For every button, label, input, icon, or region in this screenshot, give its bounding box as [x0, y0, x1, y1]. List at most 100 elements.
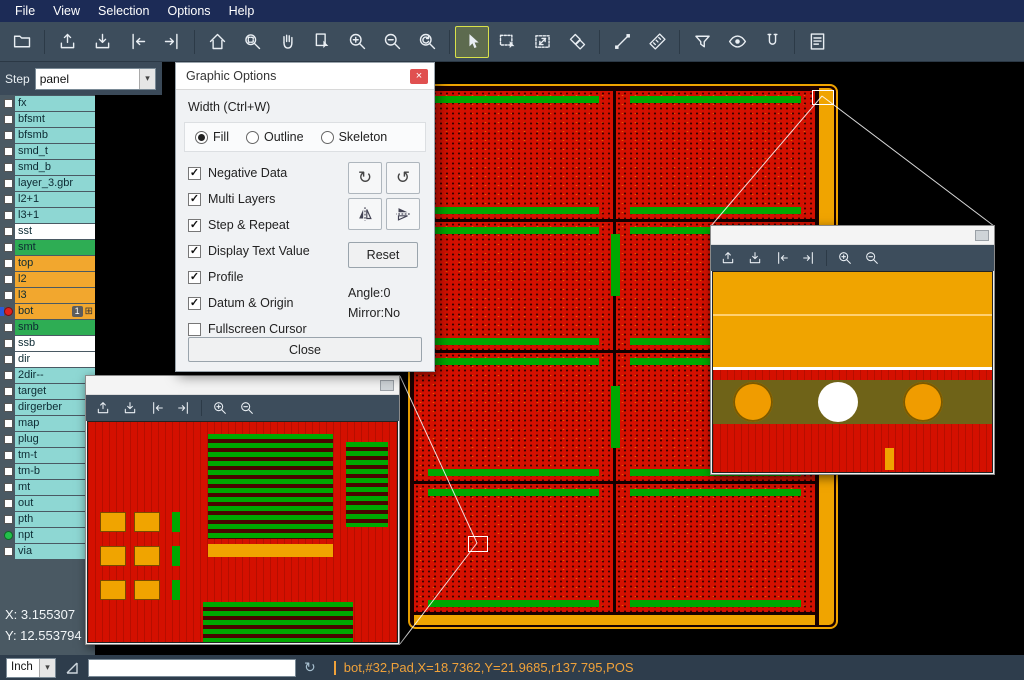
door-right-tool-button[interactable] [796, 247, 821, 269]
layer-row-map[interactable]: map [0, 416, 95, 431]
checkbox-negative-data[interactable]: ✓Negative Data [188, 160, 338, 186]
layer-checkbox[interactable] [4, 99, 13, 108]
step-select[interactable]: panel ▾ [35, 68, 156, 90]
layer-row-bfsmt[interactable]: bfsmt [0, 112, 95, 127]
transform-tool-button[interactable] [525, 26, 559, 58]
reset-button[interactable]: Reset [348, 242, 418, 268]
chevron-down-icon[interactable]: ▾ [39, 659, 55, 677]
magnifier-window-1[interactable] [85, 375, 400, 645]
eye-tool-button[interactable] [720, 26, 754, 58]
layer-row-plug[interactable]: plug [0, 432, 95, 447]
layer-row-bot[interactable]: bot1⊞ [0, 304, 95, 319]
import-down-tool-button[interactable] [742, 247, 767, 269]
menu-item-selection[interactable]: Selection [89, 2, 158, 20]
measure-tool-button[interactable] [605, 26, 639, 58]
ruler-tool-button[interactable] [640, 26, 674, 58]
mirror-vertical-button[interactable] [386, 198, 420, 230]
layer-checkbox[interactable] [4, 403, 13, 412]
layer-row-smt[interactable]: smt [0, 240, 95, 255]
layer-row-l3+1[interactable]: l3+1 [0, 208, 95, 223]
zoom-in-tool-button[interactable] [207, 397, 232, 419]
layer-checkbox[interactable] [4, 275, 13, 284]
layer-checkbox[interactable] [4, 547, 13, 556]
filter-tool-button[interactable] [685, 26, 719, 58]
layer-checkbox[interactable] [4, 115, 13, 124]
menu-item-options[interactable]: Options [158, 2, 219, 20]
import-down-tool-button[interactable] [117, 397, 142, 419]
layer-checkbox[interactable] [4, 227, 13, 236]
zoom-area-tool-button[interactable] [235, 26, 269, 58]
layer-checkbox[interactable] [4, 435, 13, 444]
door-left-tool-button[interactable] [769, 247, 794, 269]
zoom-prev-tool-button[interactable] [410, 26, 444, 58]
layer-row-via[interactable]: via [0, 544, 95, 559]
checkbox-display-text-value[interactable]: ✓Display Text Value [188, 238, 338, 264]
command-input[interactable] [88, 659, 296, 677]
minimize-icon[interactable] [380, 380, 394, 391]
layer-checkbox[interactable] [4, 147, 13, 156]
door-right-tool-button[interactable] [171, 397, 196, 419]
rotate-cw-button[interactable]: ↻ [348, 162, 382, 194]
menu-item-help[interactable]: Help [220, 2, 264, 20]
layer-checkbox[interactable] [4, 451, 13, 460]
layer-row-mt[interactable]: mt [0, 480, 95, 495]
layer-checkbox[interactable] [4, 355, 13, 364]
menu-item-file[interactable]: File [6, 2, 44, 20]
layer-row-ssb[interactable]: ssb [0, 336, 95, 351]
zoom-out-tool-button[interactable] [234, 397, 259, 419]
checkbox-multi-layers[interactable]: ✓Multi Layers [188, 186, 338, 212]
layer-row-npt[interactable]: npt [0, 528, 95, 543]
dialog-titlebar[interactable]: Graphic Options × [176, 63, 434, 90]
layer-checkbox[interactable] [4, 339, 13, 348]
door-left-tool-button[interactable] [144, 397, 169, 419]
layer-checkbox[interactable] [4, 195, 13, 204]
minimize-icon[interactable] [975, 230, 989, 241]
layer-row-target[interactable]: target [0, 384, 95, 399]
layer-row-smb[interactable]: smb [0, 320, 95, 335]
import-down-tool-button[interactable] [85, 26, 119, 58]
import-up-tool-button[interactable] [50, 26, 84, 58]
close-icon[interactable]: × [410, 69, 428, 84]
magnifier-window-2[interactable] [710, 225, 995, 475]
layer-checkbox[interactable] [4, 531, 13, 540]
layer-checkbox[interactable] [4, 515, 13, 524]
pan-hand-tool-button[interactable] [270, 26, 304, 58]
layer-checkbox[interactable] [4, 371, 13, 380]
radio-fill[interactable]: Fill [195, 130, 229, 144]
unit-select[interactable]: Inch ▾ [6, 658, 56, 678]
report-tool-button[interactable] [800, 26, 834, 58]
layer-row-dir[interactable]: dir [0, 352, 95, 367]
snap-tool-button[interactable] [755, 26, 789, 58]
layer-row-layer_3.gbr[interactable]: layer_3.gbr [0, 176, 95, 191]
layer-checkbox[interactable] [4, 467, 13, 476]
layer-checkbox[interactable] [4, 291, 13, 300]
layer-row-bfsmb[interactable]: bfsmb [0, 128, 95, 143]
rotate-ccw-button[interactable]: ↺ [386, 162, 420, 194]
mirror-horizontal-button[interactable] [348, 198, 382, 230]
radio-skeleton[interactable]: Skeleton [321, 130, 388, 144]
layer-checkbox[interactable] [4, 131, 13, 140]
door-left-tool-button[interactable] [120, 26, 154, 58]
layer-checkbox[interactable] [4, 387, 13, 396]
menu-item-view[interactable]: View [44, 2, 89, 20]
magnifier-2-titlebar[interactable] [711, 226, 994, 245]
open-tool-button[interactable] [5, 26, 39, 58]
zoom-in-tool-button[interactable] [832, 247, 857, 269]
door-right-tool-button[interactable] [155, 26, 189, 58]
layer-checkbox[interactable] [4, 307, 13, 316]
layer-checkbox[interactable] [4, 211, 13, 220]
layer-row-out[interactable]: out [0, 496, 95, 511]
radio-outline[interactable]: Outline [246, 130, 304, 144]
layer-row-l3[interactable]: l3 [0, 288, 95, 303]
layer-row-smd_t[interactable]: smd_t [0, 144, 95, 159]
ortho-angle-icon[interactable] [64, 660, 80, 676]
layer-row-tm-t[interactable]: tm-t [0, 448, 95, 463]
graphic-options-dialog[interactable]: Graphic Options × Width (Ctrl+W) FillOut… [175, 62, 435, 372]
align-diamond-tool-button[interactable] [560, 26, 594, 58]
layer-checkbox[interactable] [4, 163, 13, 172]
layer-row-top[interactable]: top [0, 256, 95, 271]
zoom-out-tool-button[interactable] [375, 26, 409, 58]
import-up-tool-button[interactable] [715, 247, 740, 269]
layer-checkbox[interactable] [4, 419, 13, 428]
layer-checkbox[interactable] [4, 259, 13, 268]
